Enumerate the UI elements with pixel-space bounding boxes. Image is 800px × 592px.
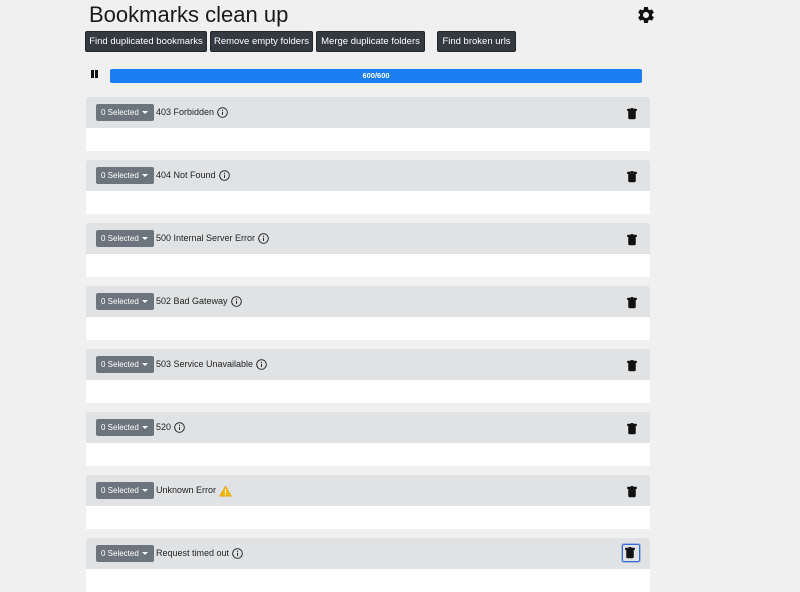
info-icon[interactable]: [256, 359, 267, 370]
info-icon[interactable]: [217, 107, 228, 118]
trash-icon[interactable]: [622, 544, 640, 562]
trash-icon[interactable]: [626, 422, 638, 435]
selected-count: 0 Selected: [101, 486, 139, 495]
selected-dropdown-button[interactable]: 0 Selected: [96, 482, 154, 499]
selected-count: 0 Selected: [101, 234, 139, 243]
error-group-520: 0 Selected 520: [86, 412, 650, 466]
trash-icon[interactable]: [626, 359, 638, 372]
group-title: 403 Forbidden: [156, 104, 228, 121]
error-group-unknown: 0 Selected Unknown Error: [86, 475, 650, 529]
remove-empty-folders-button[interactable]: Remove empty folders: [210, 31, 313, 52]
find-duplicated-bookmarks-button[interactable]: Find duplicated bookmarks: [85, 31, 207, 52]
card-body: [86, 254, 650, 277]
card-body: [86, 128, 650, 151]
info-icon[interactable]: [232, 548, 243, 559]
error-group-502: 0 Selected 502 Bad Gateway: [86, 286, 650, 340]
selected-count: 0 Selected: [101, 171, 139, 180]
selected-dropdown-button[interactable]: 0 Selected: [96, 230, 154, 247]
group-title: 503 Service Unavailable: [156, 356, 267, 373]
card-body: [86, 317, 650, 340]
page-title: Bookmarks clean up: [89, 2, 289, 27]
selected-dropdown-button[interactable]: 0 Selected: [96, 293, 154, 310]
caret-down-icon: [142, 363, 148, 366]
info-icon[interactable]: [230, 296, 242, 307]
error-group-timeout: 0 Selected Request timed out: [86, 538, 650, 592]
caret-down-icon: [142, 489, 148, 492]
trash-icon[interactable]: [626, 170, 638, 183]
caret-down-icon: [142, 300, 148, 303]
info-icon[interactable]: [174, 422, 185, 433]
find-broken-urls-button[interactable]: Find broken urls: [437, 31, 516, 52]
progress-bar: 600/600: [110, 69, 642, 83]
selected-dropdown-button[interactable]: 0 Selected: [96, 356, 154, 373]
card-header: 0 Selected 503 Service Unavailable: [86, 349, 650, 380]
card-body: [86, 380, 650, 403]
info-icon[interactable]: [218, 170, 230, 181]
trash-icon[interactable]: [626, 296, 638, 309]
card-header: 0 Selected Request timed out: [86, 538, 650, 569]
card-body: [86, 506, 650, 529]
error-group-503: 0 Selected 503 Service Unavailable: [86, 349, 650, 403]
group-title: 502 Bad Gateway: [156, 293, 242, 310]
card-body: [86, 443, 650, 466]
pause-icon[interactable]: [89, 69, 99, 79]
group-title: 404 Not Found: [156, 167, 230, 184]
caret-down-icon: [142, 552, 148, 555]
card-body: [86, 191, 650, 214]
card-header: 0 Selected 403 Forbidden: [86, 97, 650, 128]
error-group-404: 0 Selected 404 Not Found: [86, 160, 650, 214]
error-group-500: 0 Selected 500 Internal Server Error: [86, 223, 650, 277]
selected-count: 0 Selected: [101, 297, 139, 306]
merge-duplicate-folders-button[interactable]: Merge duplicate folders: [316, 31, 425, 52]
group-title: 520: [156, 419, 185, 436]
info-icon[interactable]: [258, 233, 269, 244]
caret-down-icon: [142, 111, 148, 114]
settings-gear-icon[interactable]: [636, 5, 656, 25]
card-header: 0 Selected 404 Not Found: [86, 160, 650, 191]
caret-down-icon: [142, 174, 148, 177]
selected-dropdown-button[interactable]: 0 Selected: [96, 167, 154, 184]
selected-count: 0 Selected: [101, 549, 139, 558]
warning-icon[interactable]: [219, 485, 232, 497]
selected-dropdown-button[interactable]: 0 Selected: [96, 545, 154, 562]
group-title: 500 Internal Server Error: [156, 230, 269, 247]
group-title: Request timed out: [156, 545, 243, 562]
card-header: 0 Selected 502 Bad Gateway: [86, 286, 650, 317]
caret-down-icon: [142, 237, 148, 240]
selected-count: 0 Selected: [101, 360, 139, 369]
card-header: 0 Selected 500 Internal Server Error: [86, 223, 650, 254]
progress-text: 600/600: [362, 71, 390, 80]
card-header: 0 Selected 520: [86, 412, 650, 443]
selected-dropdown-button[interactable]: 0 Selected: [96, 419, 154, 436]
caret-down-icon: [142, 426, 148, 429]
trash-icon[interactable]: [626, 233, 638, 246]
group-title: Unknown Error: [156, 482, 232, 499]
error-group-403: 0 Selected 403 Forbidden: [86, 97, 650, 151]
trash-icon[interactable]: [626, 107, 638, 120]
card-header: 0 Selected Unknown Error: [86, 475, 650, 506]
selected-count: 0 Selected: [101, 423, 139, 432]
selected-count: 0 Selected: [101, 108, 139, 117]
selected-dropdown-button[interactable]: 0 Selected: [96, 104, 154, 121]
trash-icon[interactable]: [626, 485, 638, 498]
